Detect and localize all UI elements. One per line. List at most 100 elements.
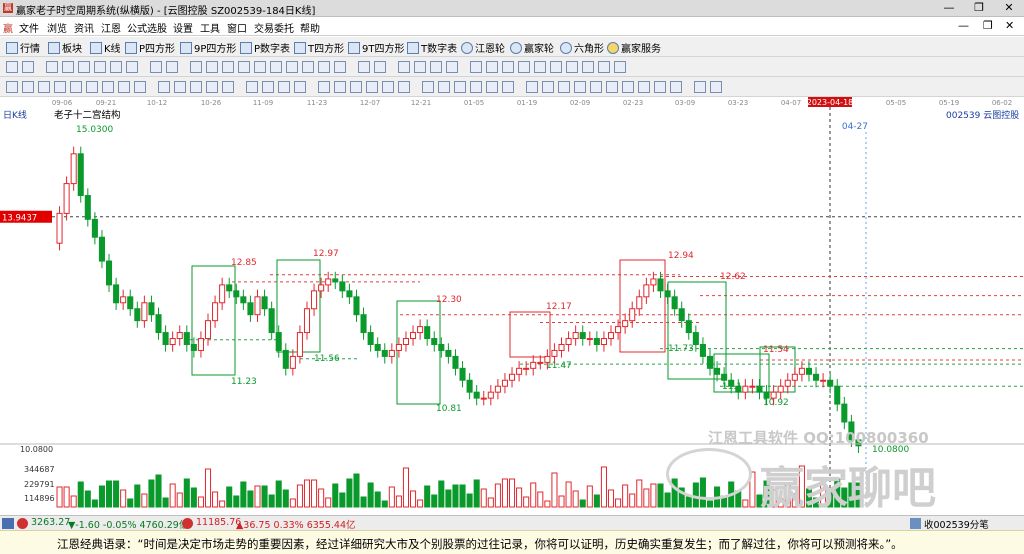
close-button[interactable]: ✕ <box>994 0 1024 17</box>
tb3-tool-icon[interactable] <box>654 81 666 93</box>
tb3-tool-icon[interactable] <box>590 81 602 93</box>
tb2-tool-icon[interactable] <box>582 61 594 73</box>
sector-button[interactable]: 板块 <box>48 40 82 55</box>
mdi-close-button[interactable]: ✕ <box>1005 19 1014 32</box>
t-number-table-button[interactable]: T数字表 <box>407 40 457 55</box>
tb3-tool-icon[interactable] <box>670 81 682 93</box>
tb2-tool-icon[interactable] <box>302 61 314 73</box>
tb2-tool-icon[interactable] <box>286 61 298 73</box>
menu-browse[interactable]: 浏览 <box>47 20 67 35</box>
tb2-tool-icon[interactable] <box>238 61 250 73</box>
mdi-minimize-button[interactable]: — <box>958 19 969 32</box>
p-square-button[interactable]: P四方形 <box>125 40 175 55</box>
tb2-tool-icon[interactable] <box>166 61 178 73</box>
tb3-tool-icon[interactable] <box>222 81 234 93</box>
tb3-tool-icon[interactable] <box>502 81 514 93</box>
menu-window[interactable]: 窗口 <box>227 20 247 35</box>
menu-formula[interactable]: 公式选股 <box>127 20 167 35</box>
service-button[interactable]: 赢家服务 <box>607 40 661 55</box>
tb3-tool-icon[interactable] <box>606 81 618 93</box>
tb2-tool-icon[interactable] <box>22 61 34 73</box>
tb3-tool-icon[interactable] <box>102 81 114 93</box>
tb2-tool-icon[interactable] <box>206 61 218 73</box>
tb3-tool-icon[interactable] <box>190 81 202 93</box>
tb3-tool-icon[interactable] <box>622 81 634 93</box>
menu-help[interactable]: 帮助 <box>300 20 320 35</box>
tb2-tool-icon[interactable] <box>222 61 234 73</box>
tb3-tool-icon[interactable] <box>54 81 66 93</box>
tb3-tool-icon[interactable] <box>422 81 434 93</box>
tb2-tool-icon[interactable] <box>318 61 330 73</box>
tb3-tool-icon[interactable] <box>158 81 170 93</box>
menu-info[interactable]: 资讯 <box>74 20 94 35</box>
tb3-tool-icon[interactable] <box>22 81 34 93</box>
tb2-tool-icon[interactable] <box>534 61 546 73</box>
kline-button[interactable]: K线 <box>90 40 121 55</box>
tb3-tool-icon[interactable] <box>174 81 186 93</box>
tb2-tool-icon[interactable] <box>78 61 90 73</box>
9t-square-button[interactable]: 9T四方形 <box>348 40 404 55</box>
restore-button[interactable]: ❐ <box>964 0 994 17</box>
tb2-tool-icon[interactable] <box>334 61 346 73</box>
tb2-tool-icon[interactable] <box>550 61 562 73</box>
tb3-tool-icon[interactable] <box>574 81 586 93</box>
tb3-tool-icon[interactable] <box>350 81 362 93</box>
tb2-tool-icon[interactable] <box>6 61 18 73</box>
tb2-tool-icon[interactable] <box>502 61 514 73</box>
tb3-tool-icon[interactable] <box>294 81 306 93</box>
t-square-button[interactable]: T四方形 <box>294 40 344 55</box>
tb2-tool-icon[interactable] <box>126 61 138 73</box>
tb2-tool-icon[interactable] <box>150 61 162 73</box>
tb3-tool-icon[interactable] <box>134 81 146 93</box>
minimize-button[interactable]: — <box>934 0 964 17</box>
gann-wheel-button[interactable]: 江恩轮 <box>461 40 505 55</box>
tb3-tool-icon[interactable] <box>334 81 346 93</box>
tb3-tool-icon[interactable] <box>38 81 50 93</box>
tb3-tool-icon[interactable] <box>118 81 130 93</box>
tb3-tool-icon[interactable] <box>558 81 570 93</box>
hexagon-button[interactable]: 六角形 <box>560 40 604 55</box>
tb2-tool-icon[interactable] <box>430 61 442 73</box>
p-number-table-button[interactable]: P数字表 <box>240 40 290 55</box>
tb2-tool-icon[interactable] <box>398 61 410 73</box>
tb3-tool-icon[interactable] <box>246 81 258 93</box>
tb3-tool-icon[interactable] <box>454 81 466 93</box>
winner-wheel-button[interactable]: 赢家轮 <box>510 40 554 55</box>
tb3-tool-icon[interactable] <box>382 81 394 93</box>
tb2-tool-icon[interactable] <box>414 61 426 73</box>
mdi-restore-button[interactable]: ❐ <box>983 19 993 32</box>
menu-settings[interactable]: 设置 <box>173 20 193 35</box>
tb2-tool-icon[interactable] <box>46 61 58 73</box>
tb3-tool-icon[interactable] <box>526 81 538 93</box>
tb3-tool-icon[interactable] <box>542 81 554 93</box>
tb2-tool-icon[interactable] <box>358 61 370 73</box>
tb2-tool-icon[interactable] <box>486 61 498 73</box>
tb2-tool-icon[interactable] <box>62 61 74 73</box>
tb3-tool-icon[interactable] <box>206 81 218 93</box>
tb2-tool-icon[interactable] <box>254 61 266 73</box>
tb2-tool-icon[interactable] <box>566 61 578 73</box>
tb3-tool-icon[interactable] <box>694 81 706 93</box>
tb3-tool-icon[interactable] <box>398 81 410 93</box>
tb2-tool-icon[interactable] <box>614 61 626 73</box>
menu-gann[interactable]: 江恩 <box>101 20 121 35</box>
tb3-tool-icon[interactable] <box>262 81 274 93</box>
menu-tools[interactable]: 工具 <box>200 20 220 35</box>
tb3-tool-icon[interactable] <box>710 81 722 93</box>
tb2-tool-icon[interactable] <box>110 61 122 73</box>
tb3-tool-icon[interactable] <box>318 81 330 93</box>
tb3-tool-icon[interactable] <box>278 81 290 93</box>
tb3-tool-icon[interactable] <box>6 81 18 93</box>
tb2-tool-icon[interactable] <box>470 61 482 73</box>
menu-trade[interactable]: 交易委托 <box>254 20 294 35</box>
tb3-tool-icon[interactable] <box>486 81 498 93</box>
tb2-tool-icon[interactable] <box>446 61 458 73</box>
tb3-tool-icon[interactable] <box>366 81 378 93</box>
menu-file[interactable]: 文件 <box>19 20 39 35</box>
tick-label[interactable]: 收002539分笔 <box>924 517 989 531</box>
tb2-tool-icon[interactable] <box>94 61 106 73</box>
tb2-tool-icon[interactable] <box>270 61 282 73</box>
9p-square-button[interactable]: 9P四方形 <box>180 40 236 55</box>
tb2-tool-icon[interactable] <box>518 61 530 73</box>
tb3-tool-icon[interactable] <box>438 81 450 93</box>
